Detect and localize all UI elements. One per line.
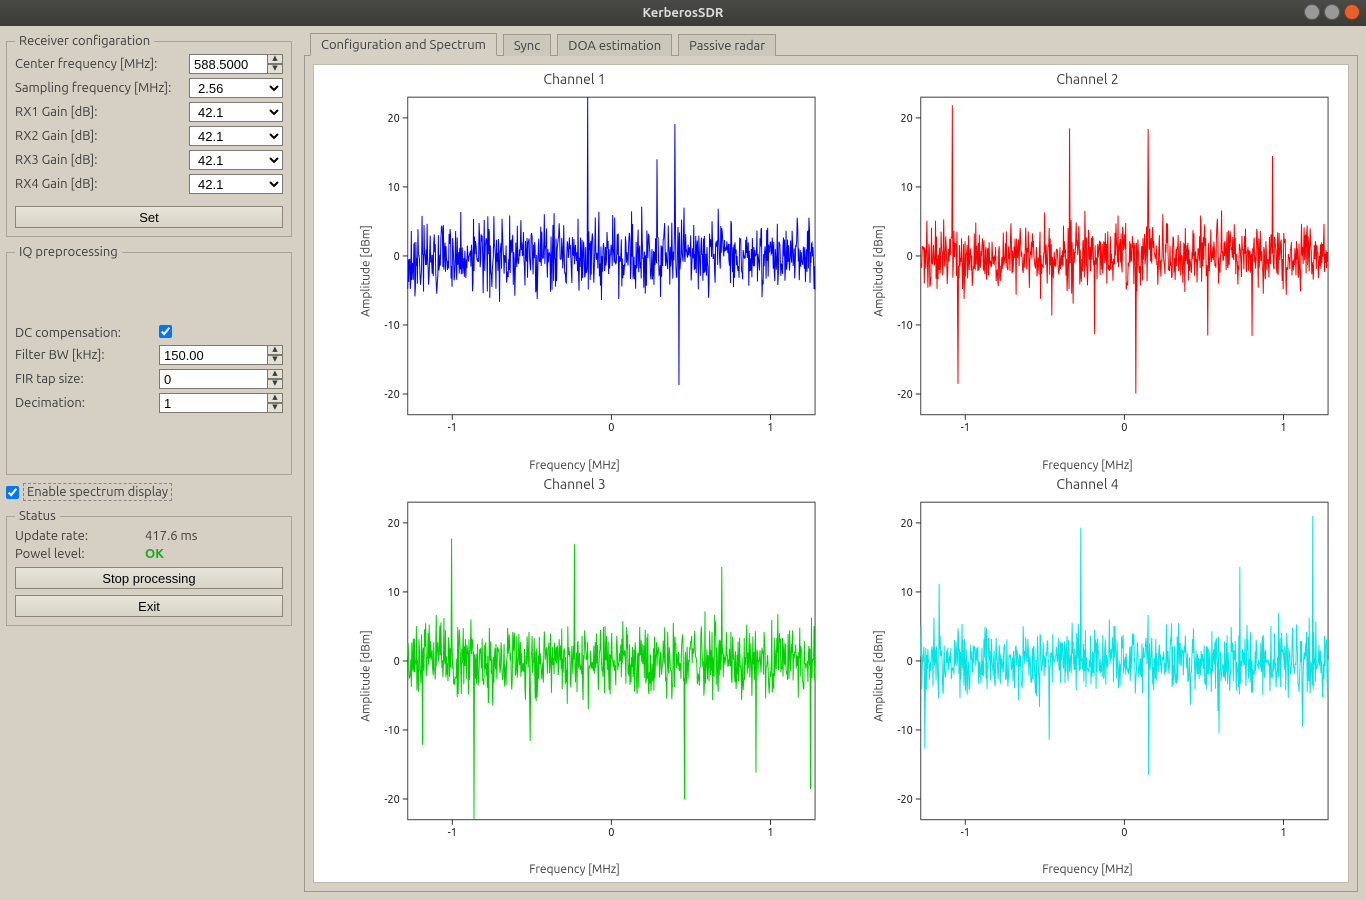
enable-spectrum-label[interactable]: Enable spectrum display bbox=[23, 483, 172, 501]
fir-tap-spin-down[interactable]: ▼ bbox=[267, 379, 283, 389]
svg-text:-1: -1 bbox=[448, 827, 457, 839]
tab-doa[interactable]: DOA estimation bbox=[557, 34, 672, 56]
receiver-config-group: Receiver configaration Center frequency … bbox=[6, 34, 292, 237]
tab-sync[interactable]: Sync bbox=[503, 34, 551, 56]
status-legend: Status bbox=[15, 509, 60, 523]
svg-text:20: 20 bbox=[900, 517, 912, 529]
spectrum-plot-channel-2: Channel 2Amplitude [dBm]Frequency [MHz]-… bbox=[831, 69, 1344, 474]
window-maximize-icon[interactable] bbox=[1324, 4, 1340, 20]
rx4-gain-select[interactable]: 42.1 bbox=[189, 174, 283, 194]
svg-text:0: 0 bbox=[394, 251, 400, 263]
rx1-gain-label: RX1 Gain [dB]: bbox=[15, 105, 185, 119]
window-titlebar: KerberosSDR bbox=[0, 0, 1366, 26]
spectrum-plot-area: Channel 1Amplitude [dBm]Frequency [MHz]-… bbox=[313, 64, 1349, 883]
plot-xlabel: Frequency [MHz] bbox=[831, 863, 1344, 876]
samp-freq-select[interactable]: 2.56 bbox=[189, 78, 283, 98]
svg-text:1: 1 bbox=[1280, 422, 1286, 434]
svg-text:0: 0 bbox=[608, 422, 614, 434]
spectrum-plot-channel-1: Channel 1Amplitude [dBm]Frequency [MHz]-… bbox=[318, 69, 831, 474]
power-level-label: Powel level: bbox=[15, 547, 145, 561]
svg-text:10: 10 bbox=[387, 182, 399, 194]
window-minimize-icon[interactable] bbox=[1304, 4, 1320, 20]
svg-text:0: 0 bbox=[907, 655, 913, 667]
filter-bw-spin-down[interactable]: ▼ bbox=[267, 355, 283, 365]
iq-preprocessing-group: IQ preprocessing DC compensation: Filter… bbox=[6, 245, 292, 475]
update-rate-label: Update rate: bbox=[15, 529, 145, 543]
svg-text:-10: -10 bbox=[384, 320, 399, 332]
svg-text:0: 0 bbox=[907, 251, 913, 263]
rx2-gain-select[interactable]: 42.1 bbox=[189, 126, 283, 146]
decimation-input[interactable] bbox=[159, 393, 283, 413]
svg-text:0: 0 bbox=[608, 827, 614, 839]
spectrum-plot-channel-3: Channel 3Amplitude [dBm]Frequency [MHz]-… bbox=[318, 474, 831, 879]
svg-text:20: 20 bbox=[387, 517, 399, 529]
svg-text:-1: -1 bbox=[961, 827, 970, 839]
dc-comp-label: DC compensation: bbox=[15, 326, 155, 340]
svg-text:1: 1 bbox=[767, 422, 773, 434]
dc-comp-checkbox[interactable] bbox=[159, 325, 172, 338]
svg-text:0: 0 bbox=[1121, 827, 1127, 839]
tab-configuration[interactable]: Configuration and Spectrum bbox=[310, 33, 497, 56]
receiver-config-legend: Receiver configaration bbox=[15, 34, 154, 48]
svg-text:-10: -10 bbox=[384, 724, 399, 736]
power-level-value: OK bbox=[145, 547, 283, 561]
svg-text:-1: -1 bbox=[961, 422, 970, 434]
iq-preprocessing-legend: IQ preprocessing bbox=[15, 245, 122, 259]
window-close-icon[interactable] bbox=[1344, 4, 1360, 20]
plot-title: Channel 1 bbox=[318, 71, 831, 87]
window-title: KerberosSDR bbox=[643, 6, 724, 20]
svg-text:0: 0 bbox=[1121, 422, 1127, 434]
svg-text:0: 0 bbox=[394, 655, 400, 667]
plot-title: Channel 2 bbox=[831, 71, 1344, 87]
filter-bw-label: Filter BW [kHz]: bbox=[15, 348, 155, 362]
exit-button[interactable]: Exit bbox=[15, 595, 283, 617]
decimation-spin-up[interactable]: ▲ bbox=[267, 393, 283, 403]
plot-xlabel: Frequency [MHz] bbox=[318, 459, 831, 472]
decimation-label: Decimation: bbox=[15, 396, 155, 410]
center-freq-label: Center frequency [MHz]: bbox=[15, 57, 185, 71]
svg-text:-10: -10 bbox=[897, 320, 912, 332]
stop-processing-button[interactable]: Stop processing bbox=[15, 567, 283, 589]
plot-title: Channel 4 bbox=[831, 476, 1344, 492]
rx2-gain-label: RX2 Gain [dB]: bbox=[15, 129, 185, 143]
fir-tap-label: FIR tap size: bbox=[15, 372, 155, 386]
set-button[interactable]: Set bbox=[15, 206, 283, 228]
samp-freq-label: Sampling frequency [MHz]: bbox=[15, 81, 185, 95]
filter-bw-spin-up[interactable]: ▲ bbox=[267, 345, 283, 355]
svg-text:20: 20 bbox=[387, 113, 399, 125]
tab-passive-radar[interactable]: Passive radar bbox=[678, 34, 776, 56]
svg-text:20: 20 bbox=[900, 113, 912, 125]
svg-text:-20: -20 bbox=[897, 389, 912, 401]
fir-tap-input[interactable] bbox=[159, 369, 283, 389]
svg-text:1: 1 bbox=[767, 827, 773, 839]
status-group: Status Update rate: 417.6 ms Powel level… bbox=[6, 509, 292, 626]
fir-tap-spin-up[interactable]: ▲ bbox=[267, 369, 283, 379]
decimation-spin-down[interactable]: ▼ bbox=[267, 403, 283, 413]
center-freq-spin-down[interactable]: ▼ bbox=[267, 64, 283, 74]
filter-bw-input[interactable] bbox=[159, 345, 283, 365]
plot-title: Channel 3 bbox=[318, 476, 831, 492]
svg-text:1: 1 bbox=[1280, 827, 1286, 839]
svg-text:10: 10 bbox=[900, 182, 912, 194]
rx3-gain-select[interactable]: 42.1 bbox=[189, 150, 283, 170]
svg-text:-10: -10 bbox=[897, 724, 912, 736]
rx4-gain-label: RX4 Gain [dB]: bbox=[15, 177, 185, 191]
tab-bar: Configuration and Spectrum Sync DOA esti… bbox=[304, 32, 1358, 55]
svg-text:-20: -20 bbox=[384, 389, 399, 401]
center-freq-spin-up[interactable]: ▲ bbox=[267, 54, 283, 64]
enable-spectrum-checkbox[interactable] bbox=[6, 486, 19, 499]
svg-text:10: 10 bbox=[387, 586, 399, 598]
svg-text:-1: -1 bbox=[448, 422, 457, 434]
update-rate-value: 417.6 ms bbox=[145, 529, 283, 543]
tab-panel: Channel 1Amplitude [dBm]Frequency [MHz]-… bbox=[304, 55, 1358, 892]
svg-text:10: 10 bbox=[900, 586, 912, 598]
rx1-gain-select[interactable]: 42.1 bbox=[189, 102, 283, 122]
plot-xlabel: Frequency [MHz] bbox=[831, 459, 1344, 472]
plot-xlabel: Frequency [MHz] bbox=[318, 863, 831, 876]
rx3-gain-label: RX3 Gain [dB]: bbox=[15, 153, 185, 167]
spectrum-plot-channel-4: Channel 4Amplitude [dBm]Frequency [MHz]-… bbox=[831, 474, 1344, 879]
svg-text:-20: -20 bbox=[897, 793, 912, 805]
svg-text:-20: -20 bbox=[384, 793, 399, 805]
